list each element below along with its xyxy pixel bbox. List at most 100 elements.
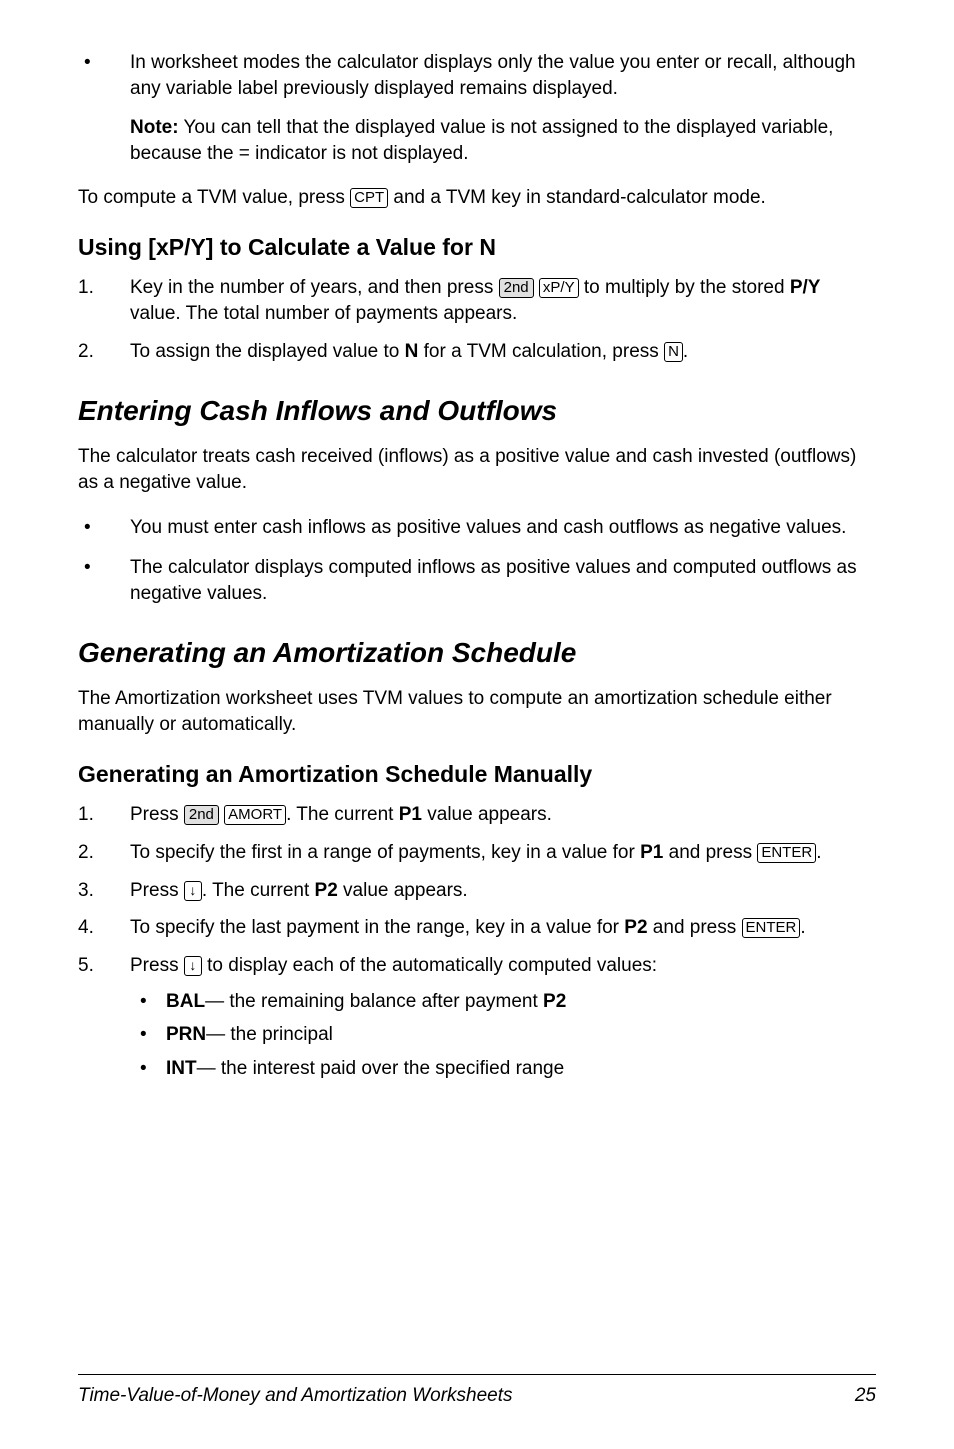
note-label: Note: (130, 117, 179, 138)
item-number: 4. (78, 915, 130, 941)
footer-title: Time-Value-of-Money and Amortization Wor… (78, 1383, 513, 1409)
amort-item-5: 5. Press ↓ to display each of the automa… (78, 953, 876, 1090)
item-text: Press ↓ . The current P2 value appears. (130, 878, 876, 904)
down-arrow-key: ↓ (184, 956, 202, 976)
item-text: Press ↓ to display each of the automatic… (130, 953, 876, 1090)
bullet-text: You must enter cash inflows as positive … (130, 515, 876, 541)
text-post: value appears. (422, 804, 552, 825)
section-cash-flows: Entering Cash Inflows and Outflows (78, 392, 876, 430)
amortization-para: The Amortization worksheet uses TVM valu… (78, 686, 876, 737)
item-text: To assign the displayed value to N for a… (130, 339, 876, 365)
text-pre: To specify the last payment in the range… (130, 917, 624, 938)
arrow-icon: ↓ (189, 882, 196, 898)
bal-bold: BAL (166, 991, 205, 1012)
text-pre: Press (130, 880, 184, 901)
prn-text: — the principal (206, 1024, 333, 1045)
cash-flows-para: The calculator treats cash received (inf… (78, 444, 876, 495)
footer-divider (78, 1374, 876, 1375)
bullet-marker: • (130, 1022, 166, 1048)
item-number: 5. (78, 953, 130, 1090)
int-bold: INT (166, 1058, 197, 1079)
bullet-text: INT— the interest paid over the specifie… (166, 1056, 876, 1082)
note-block: Note: You can tell that the displayed va… (130, 115, 876, 166)
arrow-icon: ↓ (189, 957, 196, 973)
text-post: . (683, 341, 688, 362)
item-text: Key in the number of years, and then pre… (130, 275, 876, 326)
second-key: 2nd (184, 805, 219, 825)
amort-item-2: 2. To specify the first in a range of pa… (78, 840, 876, 866)
section-amortization: Generating an Amortization Schedule (78, 634, 876, 672)
text-mid: and press (663, 842, 757, 863)
p1-bold: P1 (640, 842, 663, 863)
bullet-marker: • (130, 989, 166, 1015)
prn-bold: PRN (166, 1024, 206, 1045)
p1-bold: P1 (399, 804, 422, 825)
second-key: 2nd (499, 278, 534, 298)
compute-pre: To compute a TVM value, press (78, 187, 350, 208)
note-text: You can tell that the displayed value is… (130, 117, 833, 164)
item-text: To specify the first in a range of payme… (130, 840, 876, 866)
amort-item-4: 4. To specify the last payment in the ra… (78, 915, 876, 941)
n-bold: N (405, 341, 419, 362)
footer-row: Time-Value-of-Money and Amortization Wor… (78, 1383, 876, 1409)
enter-key: ENTER (742, 918, 801, 938)
p2-bold: P2 (624, 917, 647, 938)
bullet-marker: • (78, 515, 130, 541)
bullet-marker: • (78, 50, 130, 101)
subhead-xpy: Using [xP/Y] to Calculate a Value for N (78, 232, 876, 263)
amort-key: AMORT (224, 805, 286, 825)
bullet-text: PRN— the principal (166, 1022, 876, 1048)
enter-key: ENTER (757, 843, 816, 863)
text-post: value. The total number of payments appe… (130, 303, 517, 324)
text-mid: for a TVM calculation, press (418, 341, 664, 362)
bullet-cash-1: • You must enter cash inflows as positiv… (78, 515, 876, 541)
item-number: 2. (78, 840, 130, 866)
list-item-1: 1. Key in the number of years, and then … (78, 275, 876, 326)
text-mid: and press (648, 917, 742, 938)
text-mid: . The current (202, 880, 315, 901)
bullet-worksheet-modes: • In worksheet modes the calculator disp… (78, 50, 876, 101)
item-number: 3. (78, 878, 130, 904)
item-text: To specify the last payment in the range… (130, 915, 876, 941)
nested-bullets: • BAL— the remaining balance after payme… (130, 989, 876, 1082)
n-key: N (664, 342, 683, 362)
text-pre: Press (130, 804, 184, 825)
list-amort: 1. Press 2nd AMORT. The current P1 value… (78, 802, 876, 1089)
bullet-text: The calculator displays computed inflows… (130, 555, 876, 606)
bullet-text: In worksheet modes the calculator displa… (130, 50, 876, 101)
text-post: to display each of the automatically com… (202, 955, 657, 976)
text-post: value appears. (338, 880, 468, 901)
subhead-manual-amort: Generating an Amortization Schedule Manu… (78, 759, 876, 790)
nested-int: • INT— the interest paid over the specif… (130, 1056, 876, 1082)
amort-item-3: 3. Press ↓ . The current P2 value appears… (78, 878, 876, 904)
bullet-marker: • (78, 555, 130, 606)
p2-bold: P2 (543, 991, 566, 1012)
xpy-key: xP/Y (539, 278, 579, 298)
compute-post: and a TVM key in standard-calculator mod… (388, 187, 766, 208)
bullet-cash-2: • The calculator displays computed inflo… (78, 555, 876, 606)
text-pre: To assign the displayed value to (130, 341, 405, 362)
item-text: Press 2nd AMORT. The current P1 value ap… (130, 802, 876, 828)
item-number: 2. (78, 339, 130, 365)
cpt-key: CPT (350, 188, 388, 208)
p2-bold: P2 (315, 880, 338, 901)
compute-paragraph: To compute a TVM value, press CPT and a … (78, 185, 876, 211)
text-post: . (800, 917, 805, 938)
text-post: . (816, 842, 821, 863)
nested-prn: • PRN— the principal (130, 1022, 876, 1048)
amort-item-1: 1. Press 2nd AMORT. The current P1 value… (78, 802, 876, 828)
page-footer: Time-Value-of-Money and Amortization Wor… (78, 1374, 876, 1409)
py-bold: P/Y (790, 277, 821, 298)
list-xpy: 1. Key in the number of years, and then … (78, 275, 876, 364)
down-arrow-key: ↓ (184, 881, 202, 901)
text-mid: to multiply by the stored (579, 277, 790, 298)
int-text: — the interest paid over the specified r… (197, 1058, 565, 1079)
text-pre: To specify the first in a range of payme… (130, 842, 640, 863)
text-mid: . The current (286, 804, 399, 825)
footer-page: 25 (855, 1383, 876, 1409)
item-number: 1. (78, 275, 130, 326)
text-pre: Press (130, 955, 184, 976)
nested-bal: • BAL— the remaining balance after payme… (130, 989, 876, 1015)
list-item-2: 2. To assign the displayed value to N fo… (78, 339, 876, 365)
text-pre: Key in the number of years, and then pre… (130, 277, 499, 298)
